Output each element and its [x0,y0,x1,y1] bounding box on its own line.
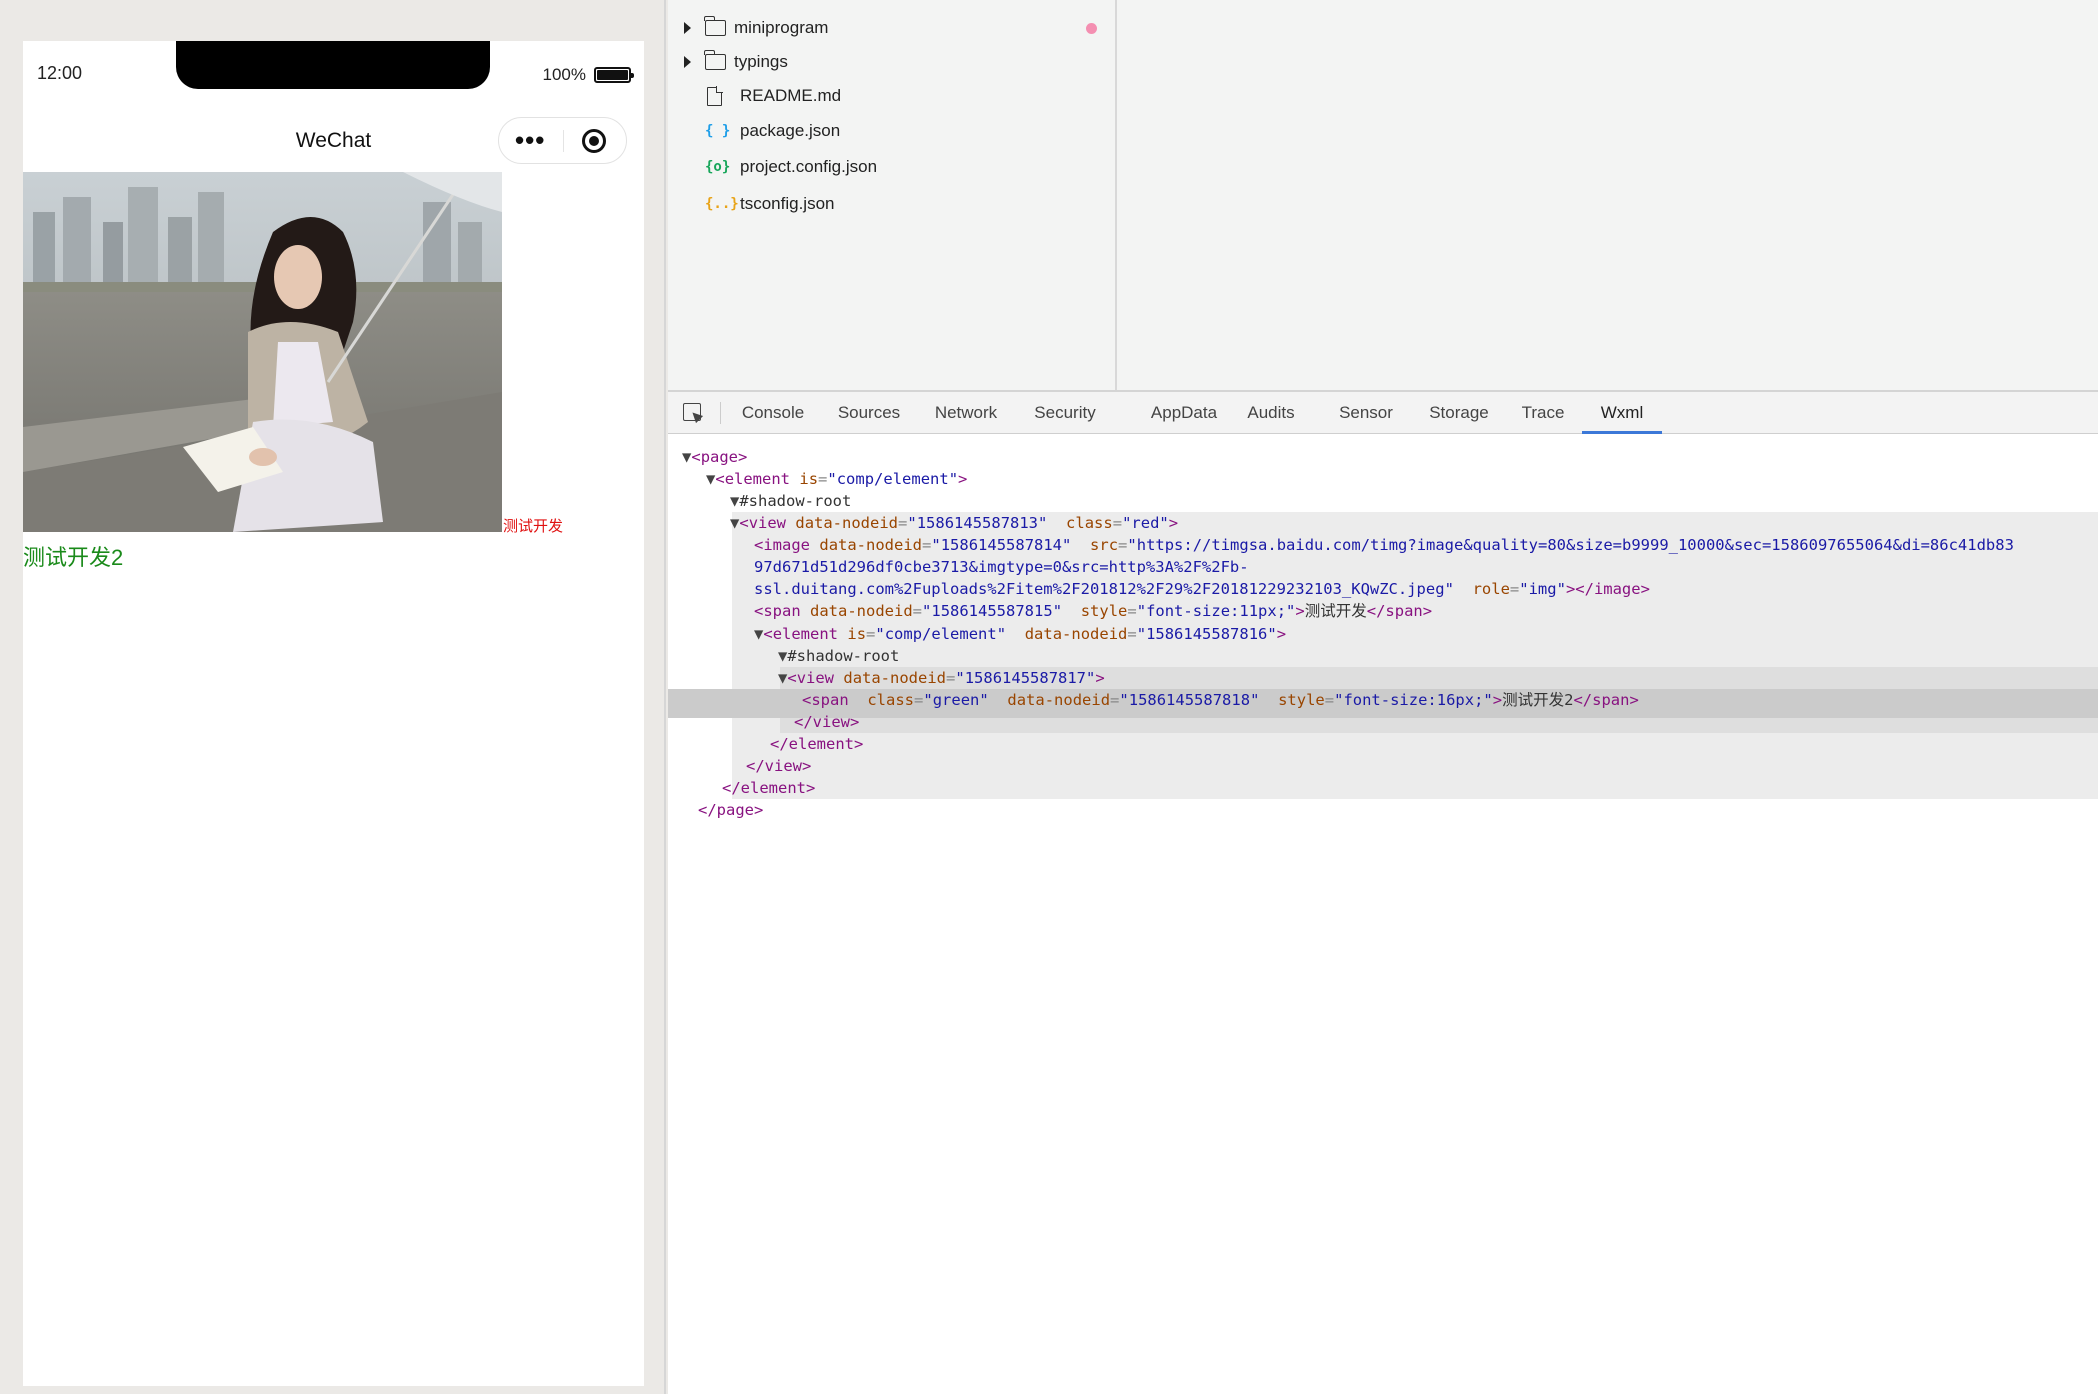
collapse-triangle-icon: ▼ [706,470,716,488]
tab-wxml[interactable]: Wxml [1582,392,1662,434]
wxml-node-image[interactable]: <image data-nodeid="1586145587814" src="… [754,534,2014,556]
tree-item-label: README.md [740,86,842,105]
tab-audits[interactable]: Audits [1240,392,1302,434]
collapse-triangle-icon: ▼ [730,492,740,510]
wxml-close-view-2: </view> [794,713,860,731]
tree-item-label: typings [734,52,788,71]
wxml-close-element-2: </element> [770,735,864,753]
collapse-triangle-icon: ▼ [730,514,740,532]
tab-security[interactable]: Security [1025,392,1105,434]
capsule-divider [563,130,564,152]
wxml-image-src-cont: ssl.duitang.com%2Fuploads%2Fitem%2F20181… [754,580,1650,598]
tab-sources[interactable]: Sources [831,392,907,434]
editor-area [1117,0,2098,390]
photo-illustration [23,172,502,532]
wxml-node-page[interactable]: ▼<page> [682,446,747,468]
wxml-close-page: </page> [698,801,764,819]
green-span-text: 测试开发2 [23,545,124,570]
status-time: 12:00 [37,63,83,83]
folder-icon [704,50,726,70]
tree-item-readme[interactable]: README.md [668,81,1117,111]
capsule-menu: ••• [498,117,627,164]
wxml-node-element-2[interactable]: ▼<element is="comp/element" data-nodeid=… [754,623,1286,645]
phone-screen: 12:00 100% WeChat ••• 测试开发 测试开发2 [23,41,644,1386]
ts-json-icon: {..} [705,196,739,212]
inspect-element-icon[interactable] [683,403,701,421]
red-span-text: 测试开发 [503,518,564,535]
simulator-panel: 12:00 100% WeChat ••• 测试开发 测试开发2 [0,0,666,1394]
battery-level [597,70,628,80]
wxml-node-view-2[interactable]: ▼<view data-nodeid="1586145587817"> [778,667,1105,689]
devtools-tab-bar: Console Sources Network Security AppData… [668,392,2098,434]
json-icon: { } [705,123,731,139]
tab-appdata[interactable]: AppData [1143,392,1225,434]
expand-arrow-icon[interactable] [684,56,691,68]
tab-network[interactable]: Network [926,392,1006,434]
content-image [23,172,502,532]
tab-separator [720,402,721,424]
tree-item-label: miniprogram [734,18,829,37]
battery-icon [594,67,634,83]
tab-console[interactable]: Console [734,392,812,434]
tree-item-typings[interactable]: typings [668,47,1117,77]
tab-storage[interactable]: Storage [1421,392,1497,434]
phone-notch [176,41,490,89]
file-explorer: miniprogram typings README.md { } packag… [668,0,1117,390]
tree-item-label: tsconfig.json [740,194,835,213]
wxml-close-view-red: </view> [746,757,812,775]
expand-arrow-icon[interactable] [684,22,691,34]
wxml-node-element[interactable]: ▼<element is="comp/element"> [706,468,967,490]
config-json-icon: {o} [705,159,731,175]
folder-icon [704,16,726,36]
tab-trace[interactable]: Trace [1515,392,1571,434]
tree-item-label: project.config.json [740,157,878,176]
tree-item-label: package.json [740,121,841,140]
wxml-node-span-green[interactable]: <span class="green" data-nodeid="1586145… [802,689,1639,711]
more-icon[interactable]: ••• [515,122,545,158]
wxml-node-shadow-root-2[interactable]: ▼#shadow-root [778,645,899,667]
wxml-node-span-red[interactable]: <span data-nodeid="1586145587815" style=… [754,600,1432,622]
tree-item-tsconfig[interactable]: {..} tsconfig.json [668,189,1117,219]
modified-dot-icon [1086,22,1097,34]
battery-percent: 100% [542,65,586,84]
tree-item-project-config[interactable]: {o} project.config.json [668,152,1117,182]
tree-item-miniprogram[interactable]: miniprogram [668,13,1117,43]
wxml-node-view-red[interactable]: ▼<view data-nodeid="1586145587813" class… [730,512,1178,534]
devtools-panel: Console Sources Network Security AppData… [668,390,2098,1394]
collapse-triangle-icon: ▼ [778,669,788,687]
wxml-tree: ▼<page> ▼<element is="comp/element"> ▼#s… [668,434,2098,1394]
collapse-triangle-icon: ▼ [778,647,788,665]
collapse-triangle-icon: ▼ [682,448,692,466]
tree-item-package-json[interactable]: { } package.json [668,116,1117,146]
wxml-image-src-cont: 97d671d51d296df0cbe3713&imgtype=0&src=ht… [754,558,1249,576]
wxml-close-element: </element> [722,779,816,797]
close-miniprogram-icon[interactable] [582,129,606,153]
wxml-node-shadow-root[interactable]: ▼#shadow-root [730,490,851,512]
collapse-triangle-icon: ▼ [754,625,764,643]
tab-sensor[interactable]: Sensor [1332,392,1400,434]
file-icon [707,85,723,106]
